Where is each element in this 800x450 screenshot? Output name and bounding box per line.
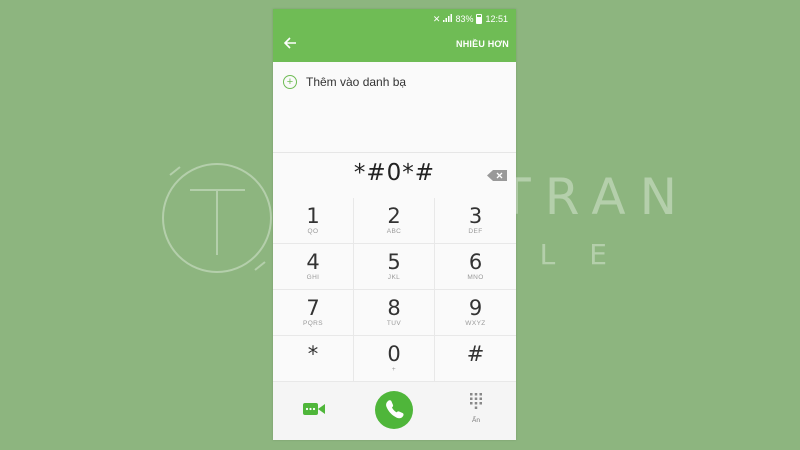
- key-digit: 3: [468, 204, 483, 228]
- key-4[interactable]: 4 GHI: [273, 244, 354, 290]
- key-2[interactable]: 2 ABC: [354, 198, 435, 244]
- key-digit: 7: [306, 296, 320, 320]
- dial-keypad: 1 QO 2 ABC 3 DEF 4 GHI 5 JKL 6 MNO 7 PQRS 8 TUV …: [273, 198, 516, 382]
- key-digit: 6: [468, 250, 483, 274]
- signal-icon: [443, 14, 453, 24]
- number-entry-row: *#0*#: [273, 152, 516, 199]
- key-digit: 0: [387, 342, 401, 366]
- add-to-contacts-button[interactable]: + Thêm vào danh bạ: [283, 75, 406, 89]
- plus-circle-icon: +: [283, 75, 297, 89]
- key-digit: #: [466, 342, 485, 366]
- key-letters: GHI: [306, 274, 320, 281]
- back-button[interactable]: [282, 36, 298, 52]
- video-call-button[interactable]: [303, 402, 325, 416]
- key-letters: WXYZ: [465, 320, 486, 327]
- backspace-icon: [487, 170, 507, 181]
- status-bar: ✕ 83% 12:51: [433, 12, 508, 26]
- key-letters: TUV: [386, 320, 402, 327]
- voicemail-icon: QO: [307, 228, 319, 235]
- key-3[interactable]: 3 DEF: [435, 198, 516, 244]
- key-digit: 2: [387, 204, 401, 228]
- key-digit: *: [307, 342, 319, 366]
- key-letters: MNO: [467, 274, 484, 281]
- hide-keypad-button[interactable]: Ẩn: [463, 393, 489, 429]
- phone-icon: [386, 400, 404, 419]
- key-letters: PQRS: [302, 320, 324, 327]
- key-digit: 9: [468, 296, 483, 320]
- key-digit: 1: [306, 204, 320, 228]
- key-digit: 8: [387, 296, 401, 320]
- hide-keypad-label: Ẩn: [472, 417, 480, 424]
- video-call-icon: [303, 403, 325, 415]
- key-letters: +: [391, 366, 397, 373]
- key-hash[interactable]: #: [435, 336, 516, 382]
- key-letters: ABC: [386, 228, 402, 235]
- key-digit: 4: [306, 250, 320, 274]
- key-9[interactable]: 9 WXYZ: [435, 290, 516, 336]
- key-digit: 5: [387, 250, 401, 274]
- key-6[interactable]: 6 MNO: [435, 244, 516, 290]
- more-options-button[interactable]: NHIỀU HƠN: [456, 39, 509, 49]
- dialer-action-bar: Ẩn: [273, 382, 516, 440]
- dialed-number: *#0*#: [353, 160, 436, 186]
- clock: 12:51: [485, 14, 508, 24]
- key-5[interactable]: 5 JKL: [354, 244, 435, 290]
- add-to-contacts-label: Thêm vào danh bạ: [306, 75, 407, 89]
- key-letters: DEF: [468, 228, 483, 235]
- backspace-button[interactable]: [487, 168, 507, 181]
- key-0[interactable]: 0 +: [354, 336, 435, 382]
- dialpad-icon: [470, 393, 482, 409]
- key-star[interactable]: *: [273, 336, 354, 382]
- key-1[interactable]: 1 QO: [273, 198, 354, 244]
- call-button[interactable]: [375, 391, 413, 429]
- key-8[interactable]: 8 TUV: [354, 290, 435, 336]
- arrow-left-icon: [283, 37, 296, 49]
- key-letters: JKL: [387, 274, 401, 281]
- phone-screen: ✕ 83% 12:51 NHIỀU HƠN + Thêm vào danh bạ…: [273, 9, 516, 440]
- battery-icon: [476, 14, 483, 24]
- key-7[interactable]: 7 PQRS: [273, 290, 354, 336]
- mute-icon: ✕: [432, 13, 441, 24]
- battery-percentage: 83%: [455, 14, 474, 24]
- app-header: ✕ 83% 12:51 NHIỀU HƠN: [273, 9, 516, 62]
